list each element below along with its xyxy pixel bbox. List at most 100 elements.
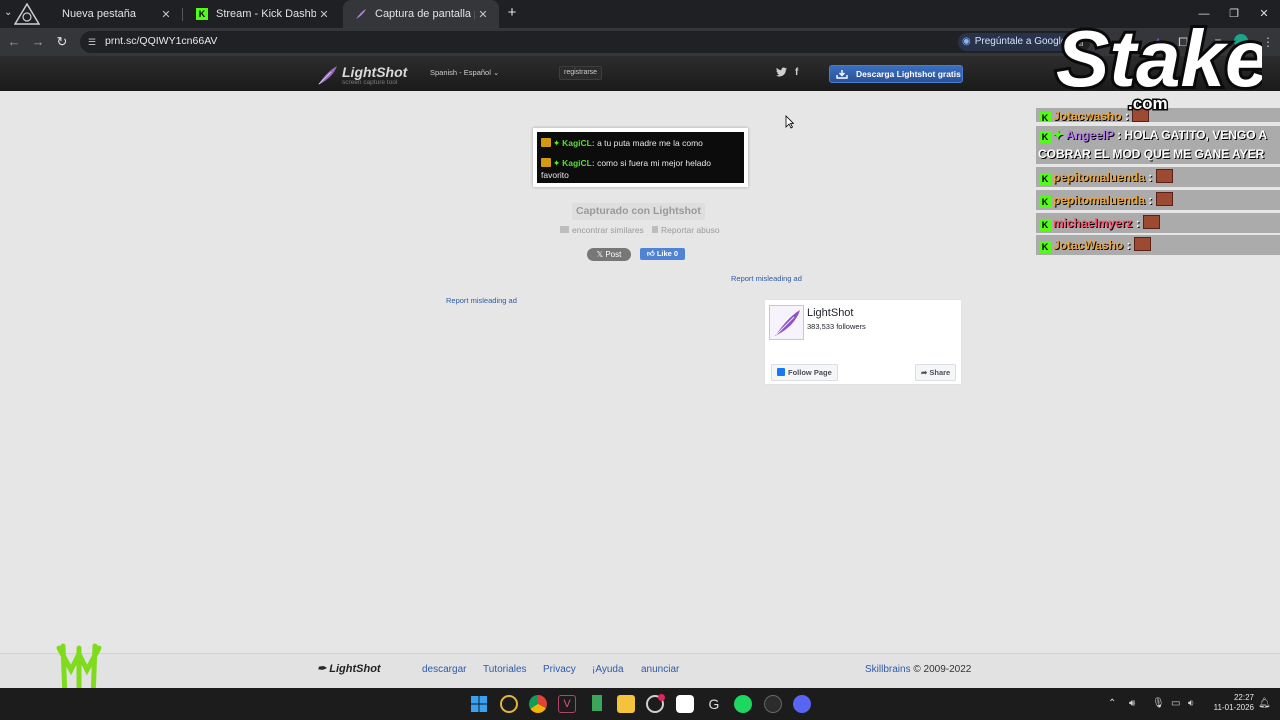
report-misleading-ad-link[interactable]: Report misleading ad	[731, 274, 802, 283]
x-post-button[interactable]: 𝕏 Post	[587, 248, 631, 261]
back-icon[interactable]: ←	[4, 32, 24, 52]
discord-icon[interactable]	[793, 695, 811, 713]
kick-badge-icon: K	[1039, 241, 1051, 253]
chat-text: :	[1145, 170, 1153, 184]
fb-page-name[interactable]: LightShot	[807, 307, 853, 319]
screenshot-image[interactable]: ✦ KagiCL: a tu puta madre me la como ✦ Kag…	[533, 128, 748, 187]
fb-followers-count: 383,533 followers	[807, 322, 866, 331]
windows-start-icon[interactable]	[470, 695, 488, 713]
app-icon[interactable]: V	[558, 695, 576, 713]
chat-row: K ✦ AngeelP : HOLA GATITO, VENGO A COBRAR…	[1036, 126, 1280, 164]
facebook-like-button[interactable]: 👍︎ Like 0	[640, 248, 685, 260]
chat-text: :	[1132, 216, 1140, 230]
app-icon[interactable]	[676, 695, 694, 713]
chat-username: michaelmyerz	[1053, 216, 1133, 230]
tab-label: Captura de pantalla por Lightsh	[375, 8, 475, 20]
facebook-icon	[777, 368, 785, 376]
gem-badge-icon: ✦	[553, 158, 561, 168]
lightshot-logo[interactable]: LightShot screen capture tool	[316, 62, 407, 88]
reload-icon[interactable]: ↻	[52, 32, 72, 52]
footer-link-privacy[interactable]: Privacy	[543, 664, 576, 675]
image-icon	[560, 226, 569, 233]
footer-logo-label: LightShot	[329, 663, 381, 675]
tray-overflow-icon[interactable]: ⌃	[1108, 698, 1116, 709]
spotify-icon[interactable]	[734, 695, 752, 713]
share-label: Share	[929, 368, 951, 377]
share-button[interactable]: ➦ Share	[915, 364, 957, 381]
app-icon[interactable]	[500, 695, 518, 713]
page-footer	[0, 653, 1280, 688]
gem-badge-icon: ✦	[553, 138, 561, 148]
language-select[interactable]: Spanish - Español ⌄	[430, 68, 499, 77]
message-user: KagiCL:	[562, 138, 595, 148]
footer-link-tutorials[interactable]: Tutoriales	[483, 664, 527, 675]
app-icon[interactable]: G	[705, 695, 723, 713]
follow-page-button[interactable]: Follow Page	[771, 364, 838, 381]
crown-badge-icon	[541, 158, 551, 167]
find-similar-link[interactable]: encontrar similares	[560, 225, 644, 235]
message-user: KagiCL:	[562, 158, 595, 168]
lightshot-page-avatar[interactable]	[769, 305, 804, 340]
app-icon[interactable]	[764, 695, 782, 713]
feather-icon: ✒︎	[317, 663, 330, 675]
x-post-label: Post	[605, 250, 622, 259]
captured-with-lightshot: Capturado con Lightshot	[572, 203, 705, 220]
emote-icon	[1143, 215, 1161, 229]
forward-icon[interactable]: →	[28, 32, 48, 52]
close-tab-icon[interactable]: ✕	[158, 8, 174, 21]
volume-icon[interactable]: 🔊︎	[1129, 698, 1135, 709]
tab-lightshot[interactable]: Captura de pantalla por Lightsh ✕	[343, 0, 499, 28]
download-icon	[836, 70, 848, 79]
flag-icon	[652, 226, 658, 233]
facebook-icon[interactable]: f	[795, 67, 798, 78]
gem-badge-icon: ✦	[1053, 128, 1064, 142]
skillbrains-link[interactable]: Skillbrains	[865, 664, 911, 675]
notifications-icon[interactable]: 🔔︎	[1258, 698, 1271, 709]
download-lightshot-button[interactable]: Descarga Lightshot gratis	[829, 65, 963, 83]
site-info-icon[interactable]: ☰	[86, 36, 98, 48]
network-icon[interactable]: ▭	[1171, 698, 1180, 709]
menu-dots-icon[interactable]: ⋮	[1260, 34, 1276, 50]
address-bar[interactable]: ☰ prnt.sc/QQIWY1cn66AV	[80, 31, 1090, 53]
new-tab-button[interactable]: +	[503, 4, 521, 22]
twitter-icon[interactable]	[776, 67, 787, 80]
stream-chat-overlay: K Jotacwasho : K ✦ AngeelP : HOLA GATITO, …	[1036, 108, 1280, 258]
kick-badge-icon: K	[1039, 112, 1051, 122]
footer-link-advertise[interactable]: anunciar	[641, 664, 679, 675]
report-abuse-link[interactable]: Reportar abuso	[652, 225, 720, 235]
chat-username: pepitomaluenda	[1053, 193, 1146, 207]
system-clock[interactable]: 22:27 11-01-2026	[1206, 693, 1254, 713]
tab-new-tab[interactable]: Nueva pestaña ✕	[30, 0, 182, 28]
language-label: Spanish - Español	[430, 68, 491, 77]
tab-kick-dashboard[interactable]: K Stream - Kick Dashboard ✕	[184, 0, 340, 28]
file-explorer-icon[interactable]	[617, 695, 635, 713]
kick-badge-icon: K	[1039, 131, 1051, 143]
app-icon[interactable]	[646, 694, 665, 713]
facebook-page-widget: LightShot 383,533 followers Follow Page …	[764, 299, 962, 385]
footer-logo[interactable]: ✒︎ LightShot	[317, 662, 381, 675]
kick-badge-icon: K	[1039, 173, 1051, 185]
download-label: Descarga Lightshot gratis	[856, 69, 961, 79]
chat-capture: ✦ KagiCL: a tu puta madre me la como ✦ Kag…	[537, 132, 744, 183]
report-abuse-label: Reportar abuso	[661, 225, 720, 235]
microphone-icon[interactable]: 🎙︎	[1152, 698, 1165, 709]
register-button[interactable]: registrarse	[559, 66, 603, 80]
url-text: prnt.sc/QQIWY1cn66AV	[105, 35, 218, 47]
kick-badge-icon: K	[1039, 196, 1051, 208]
close-tab-icon[interactable]: ✕	[316, 8, 332, 21]
app-icon[interactable]	[588, 695, 606, 713]
windows-taskbar	[0, 688, 1280, 720]
footer-link-download[interactable]: descargar	[422, 664, 466, 675]
tab-label: Nueva pestaña	[62, 8, 136, 20]
chat-username: pepitomaluenda	[1053, 170, 1146, 184]
chat-row: Kmichaelmyerz :	[1036, 213, 1280, 233]
like-label: Like 0	[656, 249, 679, 258]
lightshot-icon	[353, 6, 369, 22]
report-misleading-ad-link[interactable]: Report misleading ad	[446, 296, 517, 305]
close-tab-icon[interactable]: ✕	[475, 8, 491, 21]
footer-link-help[interactable]: ¡Ayuda	[592, 664, 624, 675]
speaker-icon[interactable]: 🔉︎	[1188, 698, 1194, 709]
feather-icon	[318, 66, 337, 85]
chat-row: Kpepitomaluenda :	[1036, 190, 1280, 210]
chrome-icon[interactable]	[529, 695, 547, 713]
